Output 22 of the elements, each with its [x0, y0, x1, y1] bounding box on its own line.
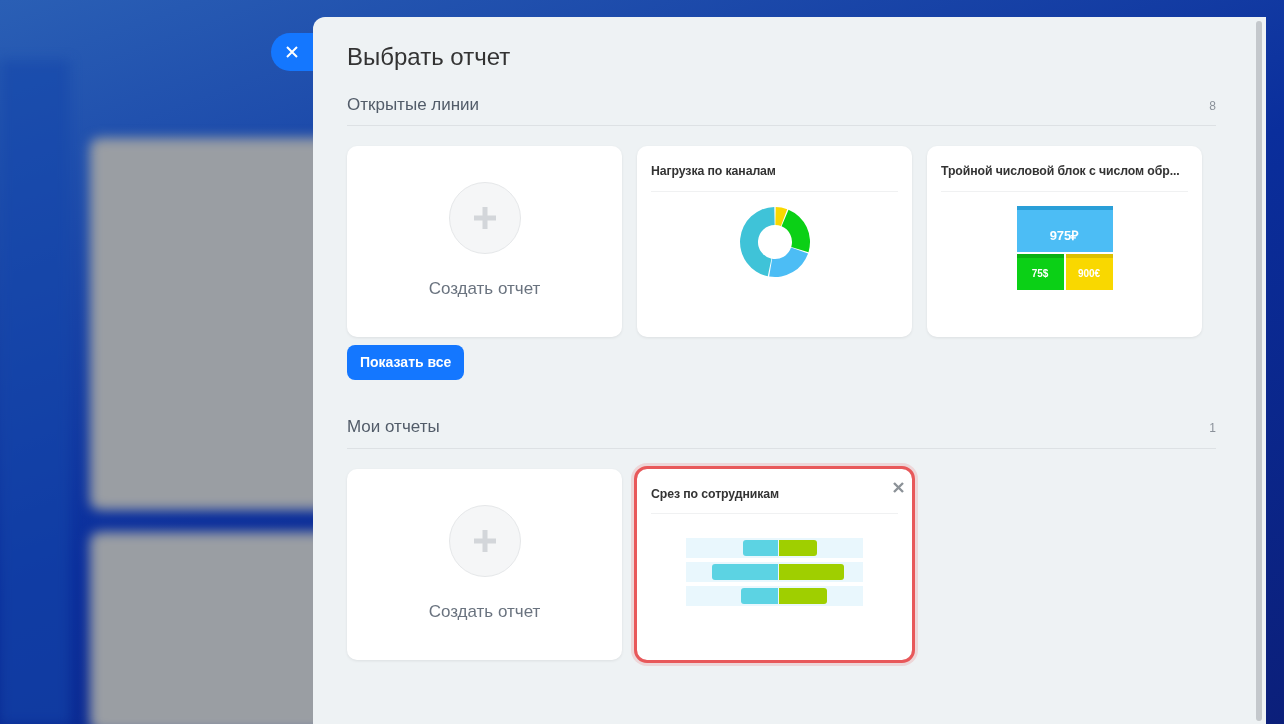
scrollbar[interactable]	[1256, 21, 1262, 721]
create-report-label: Создать отчет	[428, 600, 541, 623]
tile-value: 900€	[1065, 253, 1113, 290]
report-title: Нагрузка по каналам	[651, 162, 898, 192]
panel-title: Выбрать отчет	[347, 43, 512, 72]
report-title: Срез по сотрудникам	[651, 484, 898, 515]
report-card[interactable]: Нагрузка по каналам	[637, 146, 912, 338]
close-icon	[285, 45, 299, 59]
create-report-card[interactable]: Создать отчет	[347, 468, 622, 660]
report-card[interactable]: Срез по сотрудникам	[637, 468, 912, 660]
section-title: Мои отчеты	[347, 416, 440, 439]
section-count: 8	[1209, 97, 1216, 115]
tile-value: 975₽	[1016, 205, 1113, 252]
close-button[interactable]	[271, 33, 313, 71]
create-report-card[interactable]: Создать отчет	[347, 146, 622, 338]
report-card[interactable]: Тройной числовой блок с числом обр... 975₽ 75$ 900€	[927, 146, 1202, 338]
section-title: Открытые линии	[347, 93, 480, 116]
section-count: 1	[1209, 420, 1216, 438]
tile-value: 75$	[1016, 253, 1064, 290]
report-title: Тройной числовой блок с числом обр...	[941, 162, 1188, 192]
show-all-button[interactable]: Показать все	[347, 345, 465, 381]
create-report-label: Создать отчет	[428, 278, 541, 301]
